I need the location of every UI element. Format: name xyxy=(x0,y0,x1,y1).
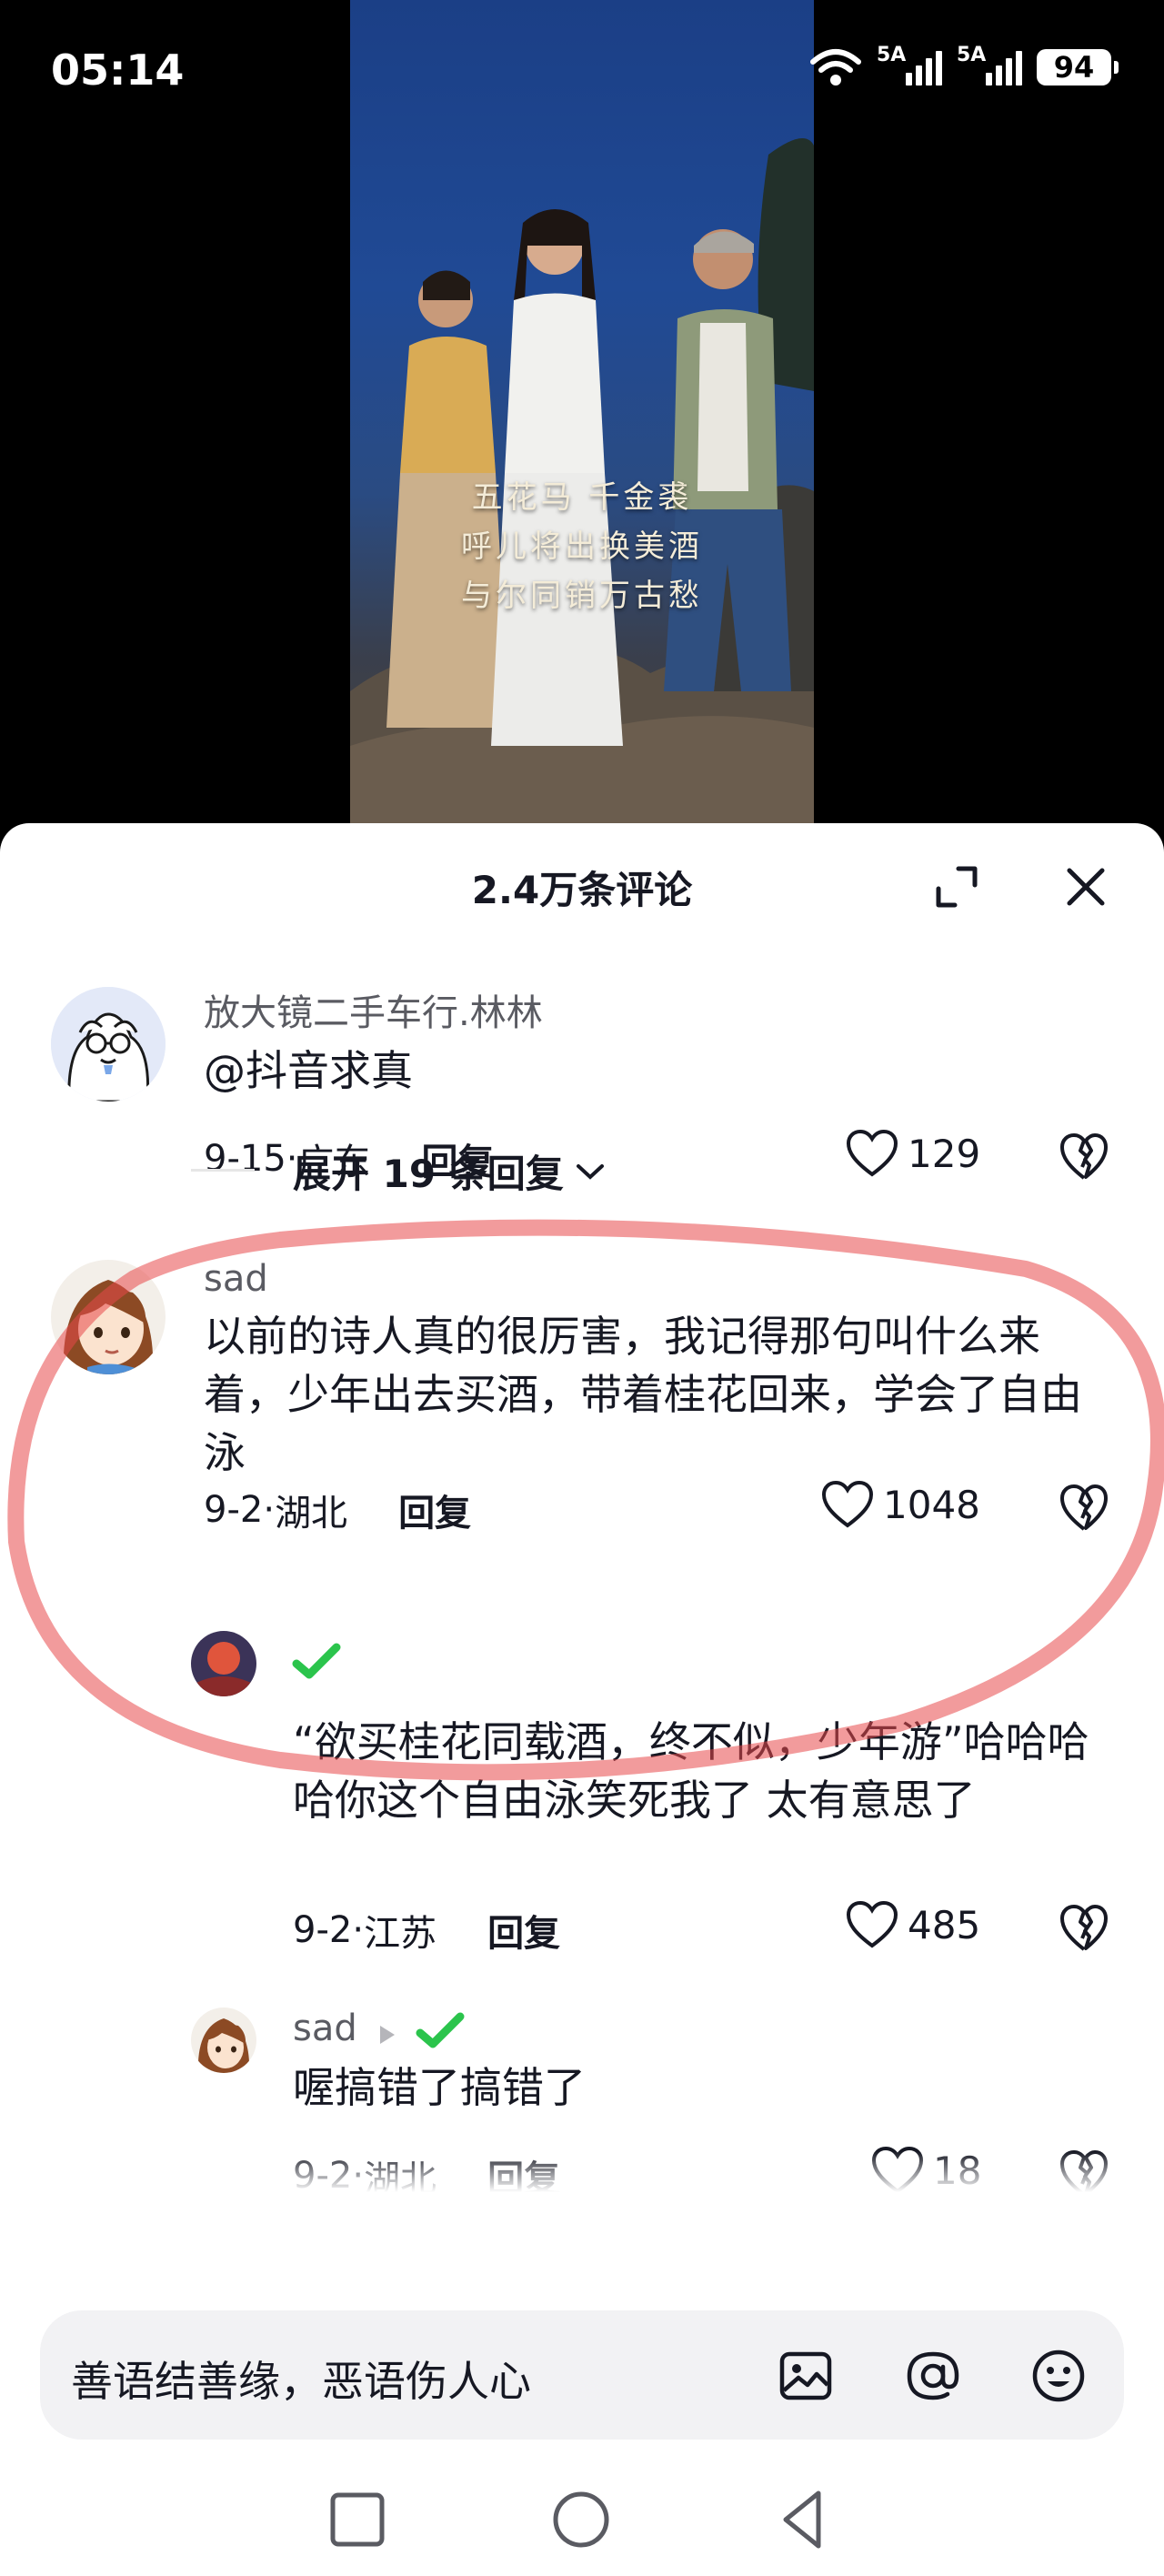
comment-sheet: 2.4万条评论 放大镜二手车行.林林 @抖音求真 9-15 · 广东 回复 12… xyxy=(0,823,1164,2576)
video-subtitle: 五花马 千金裘 呼儿将出换美酒 与尔同销万古愁 xyxy=(350,473,814,620)
avatar[interactable] xyxy=(191,1631,256,1696)
image-icon[interactable] xyxy=(777,2347,835,2405)
cellular-signal-icon: 5A xyxy=(877,44,942,86)
dislike-broken-heart-icon[interactable] xyxy=(1059,1902,1109,1953)
dislike-broken-heart-icon[interactable] xyxy=(1059,1482,1109,1533)
comment-count-title: 2.4万条评论 xyxy=(471,868,693,912)
comment-sheet-header: 2.4万条评论 xyxy=(0,823,1164,951)
comment-text[interactable]: 喔搞错了搞错了 xyxy=(293,2058,1120,2117)
avatar-cartoon-icon xyxy=(51,987,166,1102)
like-count: 129 xyxy=(908,1131,981,1176)
heart-icon xyxy=(846,1900,898,1948)
comment-location: 江苏 xyxy=(364,1913,437,1955)
status-bar: 05:14 5A 5A 94 xyxy=(0,0,1164,146)
close-icon[interactable] xyxy=(1057,858,1115,916)
avatar[interactable] xyxy=(51,987,166,1102)
expand-fullscreen-icon[interactable] xyxy=(928,858,986,916)
status-time: 05:14 xyxy=(51,45,185,95)
comment-input-placeholder: 善语结善缘，恶语伤人心 xyxy=(71,2357,531,2406)
recent-apps-icon[interactable] xyxy=(326,2488,389,2551)
emoji-icon[interactable] xyxy=(1029,2347,1088,2405)
like-button[interactable]: 1048 xyxy=(821,1480,980,1529)
comment-list[interactable]: 放大镜二手车行.林林 @抖音求真 9-15 · 广东 回复 129 展开 19 … xyxy=(0,951,1164,2192)
comment-date: 9-2 xyxy=(293,1909,353,1951)
comment-date: 9-15 xyxy=(204,1138,286,1180)
like-count: 1048 xyxy=(883,1482,980,1527)
cellular-signal-icon: 5A xyxy=(957,44,1022,86)
system-navigation-bar xyxy=(0,2451,1164,2576)
heart-icon xyxy=(821,1480,874,1528)
meta-separator: · xyxy=(352,1909,365,1951)
network-type-label: 5A xyxy=(957,44,987,66)
back-icon[interactable] xyxy=(773,2488,837,2551)
comment-author[interactable]: sad xyxy=(204,1258,268,1300)
reply-button[interactable]: 回复 xyxy=(398,1484,471,1536)
comment-author[interactable]: sad xyxy=(293,2007,357,2049)
comment-meta: 9-2 · 湖北 回复 xyxy=(204,1484,471,1536)
expand-replies-label: 展开 19 条回复 xyxy=(293,1152,564,1196)
home-icon[interactable] xyxy=(549,2488,613,2551)
network-type-label: 5A xyxy=(877,44,907,66)
comment-text[interactable]: 以前的诗人真的很厉害，我记得那句叫什么来着，少年出去买酒，带着桂花回来，学会了自… xyxy=(204,1307,1122,1482)
comment-text[interactable]: @抖音求真 xyxy=(204,1041,1113,1100)
avatar-girl-icon xyxy=(191,2007,256,2073)
comment-meta: 9-2 · 江苏 回复 xyxy=(293,1904,560,1957)
comment-author[interactable]: 放大镜二手车行.林林 xyxy=(204,983,543,1036)
divider xyxy=(191,1169,255,1172)
list-fade xyxy=(0,2151,1164,2192)
like-button[interactable]: 485 xyxy=(846,1900,980,1949)
subtitle-line: 与尔同销万古愁 xyxy=(461,578,703,614)
heart-icon xyxy=(846,1129,898,1177)
battery-indicator: 94 xyxy=(1037,49,1119,86)
avatar-girl-icon xyxy=(51,1260,166,1374)
chevron-down-icon xyxy=(576,1163,604,1180)
avatar[interactable] xyxy=(51,1260,166,1374)
comment-location: 湖北 xyxy=(275,1493,348,1535)
expand-replies-button[interactable]: 展开 19 条回复 xyxy=(293,1143,606,1199)
verified-check-icon xyxy=(416,2012,465,2048)
avatar[interactable] xyxy=(191,2007,256,2073)
dislike-broken-heart-icon[interactable] xyxy=(1059,1131,1109,1182)
comment-text[interactable]: “欲买桂花同载酒，终不似，少年游”哈哈哈哈你这个自由泳笑死我了 太有意思了 xyxy=(293,1713,1120,1829)
reply-to-arrow-icon xyxy=(380,2026,395,2044)
comment-date: 9-2 xyxy=(204,1489,264,1531)
meta-separator: · xyxy=(263,1489,276,1531)
reply-button[interactable]: 回复 xyxy=(487,1904,560,1957)
subtitle-line: 呼儿将出换美酒 xyxy=(461,528,703,565)
avatar-photo-icon xyxy=(191,1631,256,1696)
mention-at-icon[interactable] xyxy=(904,2347,962,2405)
comment-input[interactable]: 善语结善缘，恶语伤人心 xyxy=(40,2310,1124,2440)
like-count: 485 xyxy=(908,1902,981,1947)
like-button[interactable]: 129 xyxy=(846,1129,980,1178)
verified-check-icon xyxy=(292,1643,341,1679)
wifi-icon xyxy=(810,49,861,86)
subtitle-line: 五花马 千金裘 xyxy=(471,479,693,516)
status-icons: 5A 5A 94 xyxy=(809,44,1119,87)
